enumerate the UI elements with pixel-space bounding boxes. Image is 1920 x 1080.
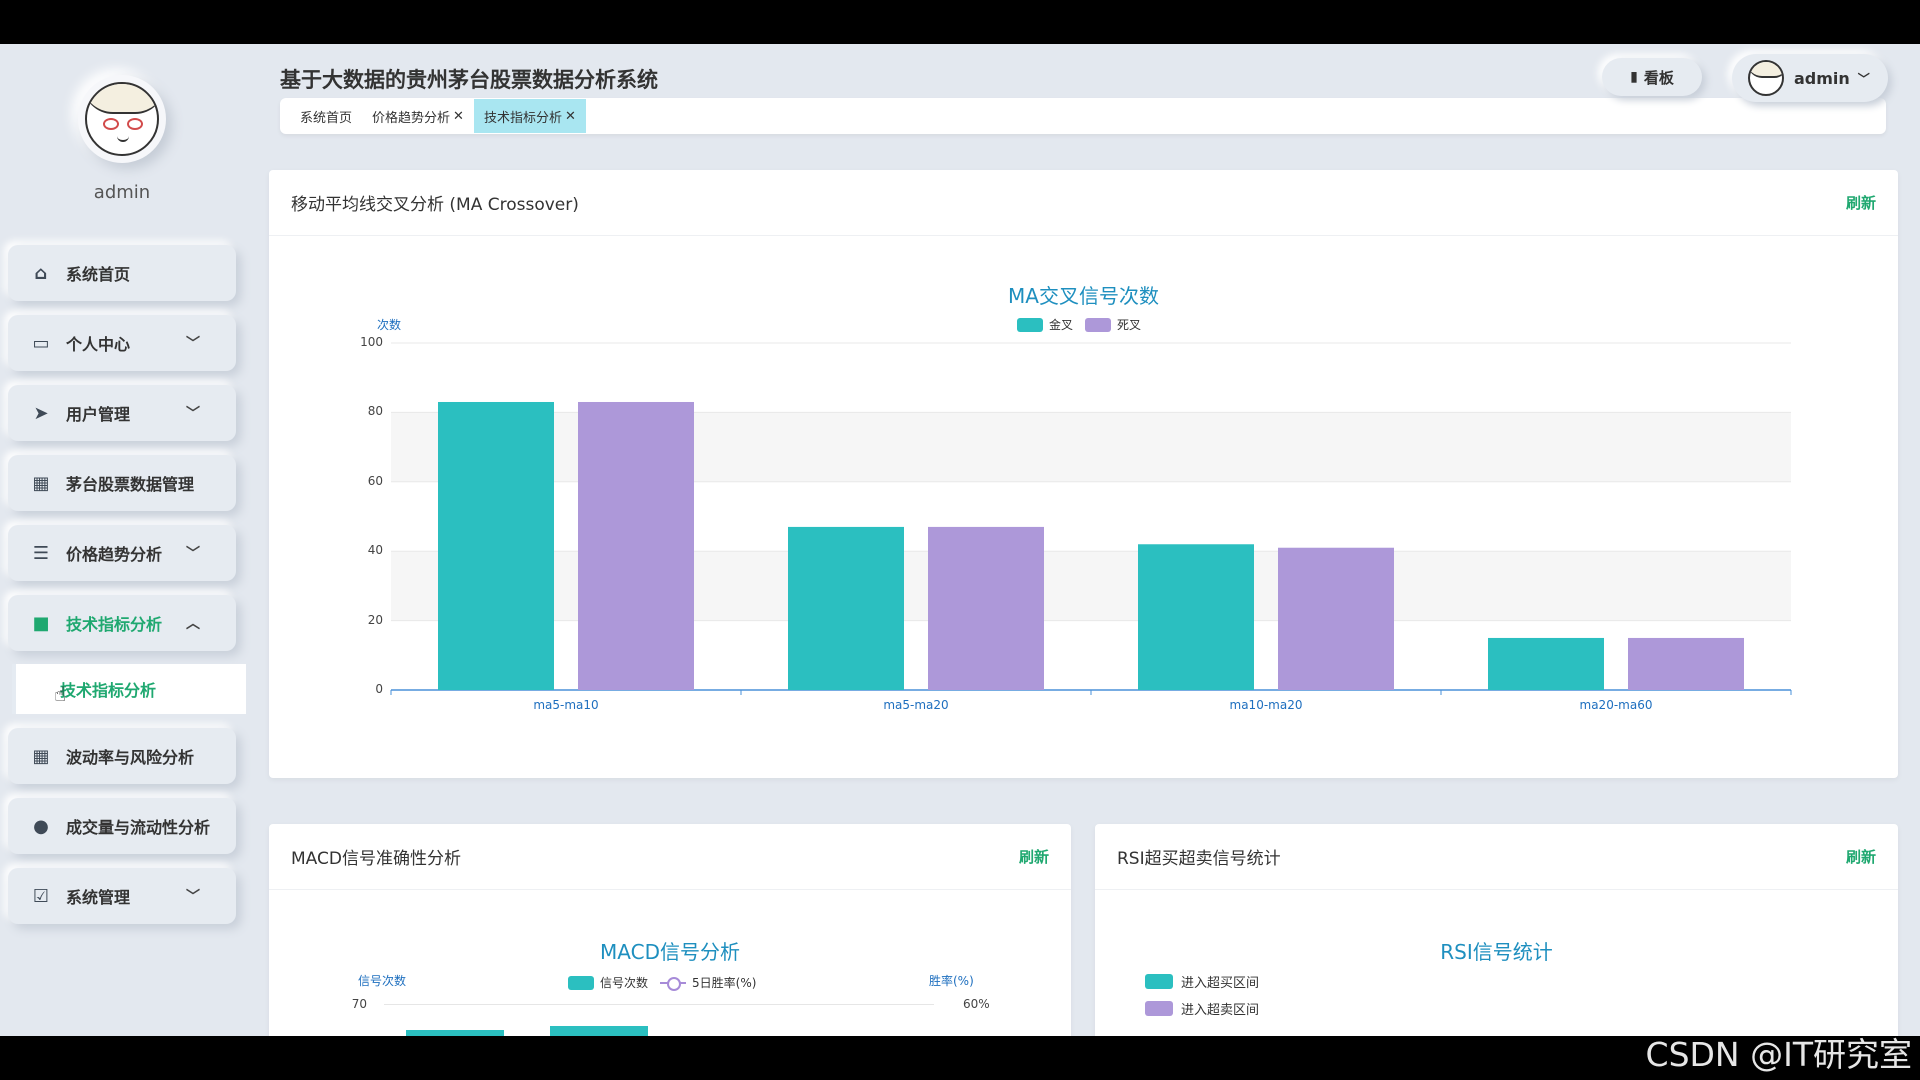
legend-item[interactable]: 5日胜率(%) — [660, 974, 756, 991]
mouse-cursor-icon: ☝ — [54, 682, 67, 706]
legend-item[interactable]: 进入超卖区间 — [1145, 995, 1259, 1022]
bar-death-cross[interactable] — [1278, 547, 1394, 690]
x-tick-label: ma5-ma20 — [883, 698, 949, 712]
y-tick-label: 0 — [375, 682, 383, 696]
avatar — [1748, 60, 1784, 96]
chart-legend[interactable]: 信号次数 5日胜率(%) — [568, 974, 768, 991]
close-icon[interactable]: ✕ — [565, 109, 576, 124]
refresh-button[interactable]: 刷新 — [1846, 846, 1876, 867]
rsi-card: RSI超买超卖信号统计 刷新 RSI信号统计 进入超买区间 进入超卖区间 — [1095, 824, 1898, 1036]
app-screen: admin ⌂ 系统首页 ▭ 个人中心 ﹀ ➤ 用户管理 ﹀ ▦ 茅台股票数据管… — [0, 44, 1920, 1036]
legend-item[interactable]: 进入超买区间 — [1145, 968, 1259, 995]
y-tick-label: 60 — [367, 473, 383, 488]
ma-crossover-card: 移动平均线交叉分析 (MA Crossover) 刷新 MA交叉信号次数 金叉 … — [269, 170, 1898, 778]
refresh-button[interactable]: 刷新 — [1019, 846, 1049, 867]
sidebar-item-label: 茅台股票数据管理 — [66, 475, 195, 494]
sidebar-item-technical-indicators[interactable]: ■ 技术指标分析 ︿ — [8, 595, 236, 651]
tab-price-trend[interactable]: 价格趋势分析 ✕ — [362, 99, 474, 133]
chevron-down-icon: ﹀ — [186, 336, 200, 352]
close-icon[interactable]: ✕ — [453, 109, 464, 124]
bar-death-cross[interactable] — [928, 526, 1044, 690]
bar-golden-cross[interactable] — [1138, 544, 1254, 690]
bar-chart-icon: ▮ — [1630, 69, 1638, 85]
chevron-down-icon: ﹀ — [186, 546, 200, 562]
sidebar-item-user-management[interactable]: ➤ 用户管理 ﹀ — [8, 385, 236, 441]
sidebar-item-system-management[interactable]: ☑ 系统管理 ﹀ — [8, 868, 236, 924]
dashboard-button[interactable]: ▮ 看板 — [1602, 58, 1702, 96]
submenu-item-technical-indicators[interactable]: 技术指标分析 — [12, 664, 246, 714]
x-tick-label: ma10-ma20 — [1229, 698, 1303, 712]
sidebar-item-stock-data-management[interactable]: ▦ 茅台股票数据管理 — [8, 455, 236, 511]
sidebar-item-label: 系统管理 — [66, 888, 131, 907]
chart-title: RSI信号统计 — [1440, 940, 1553, 964]
y-tick-label: 40 — [367, 543, 383, 558]
avatar-image — [85, 82, 159, 156]
sliders-icon: ☰ — [32, 542, 50, 564]
bar-death-cross[interactable] — [1628, 637, 1744, 690]
tab-technical-indicators[interactable]: 技术指标分析 ✕ — [473, 99, 586, 133]
y-tick-label: 100 — [360, 335, 383, 349]
chevron-down-icon: ﹀ — [1857, 71, 1870, 86]
watermark: CSDN @IT研究室 — [1645, 1035, 1912, 1074]
bar-golden-cross[interactable] — [438, 401, 554, 690]
y-tick-label: 20 — [367, 612, 383, 627]
y-axis-label: 信号次数 — [358, 974, 407, 988]
y-tick-label: 80 — [367, 404, 383, 419]
sidebar-item-label: 成交量与流动性分析 — [66, 818, 211, 837]
card-title: MACD信号准确性分析 — [291, 849, 461, 869]
id-card-icon: ▭ — [32, 332, 50, 354]
chevron-up-icon: ︿ — [186, 616, 200, 632]
user-menu-button[interactable]: admin ﹀ — [1732, 54, 1888, 102]
bar — [550, 1026, 648, 1036]
legend-item[interactable]: 信号次数 — [568, 974, 648, 991]
sidebar: admin ⌂ 系统首页 ▭ 个人中心 ﹀ ➤ 用户管理 ﹀ ▦ 茅台股票数据管… — [0, 44, 248, 1036]
grid-band — [391, 343, 1791, 413]
sidebar-item-label: 价格趋势分析 — [66, 545, 163, 564]
sidebar-item-label: 波动率与风险分析 — [66, 748, 195, 767]
grid-icon: ▦ — [32, 472, 50, 494]
briefcase-icon: ■ — [32, 612, 50, 634]
sidebar-item-volatility-risk[interactable]: ▦ 波动率与风险分析 — [8, 728, 236, 784]
y2-axis-label: 胜率(%) — [929, 974, 974, 988]
chevron-down-icon: ﹀ — [186, 889, 200, 905]
card-title: RSI超买超卖信号统计 — [1117, 849, 1281, 869]
home-icon: ⌂ — [34, 262, 48, 284]
clipboard-check-icon: ☑ — [32, 885, 50, 907]
user-icon: ● — [33, 815, 49, 837]
sidebar-item-label: 技术指标分析 — [66, 615, 163, 634]
bar — [406, 1030, 504, 1036]
x-tick-label: ma20-ma60 — [1579, 698, 1653, 712]
sidebar-item-label: 系统首页 — [66, 265, 131, 284]
bar-death-cross[interactable] — [578, 401, 694, 690]
y-tick-label: 70 — [351, 997, 367, 1011]
send-icon: ➤ — [33, 402, 49, 424]
sidebar-item-home[interactable]: ⌂ 系统首页 — [8, 245, 236, 301]
x-tick-label: ma5-ma10 — [533, 698, 599, 712]
tabs-bar: 系统首页 价格趋势分析 ✕ 技术指标分析 ✕ — [280, 98, 1886, 134]
chart-title: MACD信号分析 — [600, 940, 740, 964]
bar-golden-cross[interactable] — [788, 526, 904, 690]
sidebar-avatar[interactable] — [78, 75, 166, 163]
ma-bar-chart — [390, 342, 1792, 695]
y2-tick-label: 60% — [963, 997, 990, 1011]
chevron-down-icon: ﹀ — [186, 406, 200, 422]
page-title: 基于大数据的贵州茅台股票数据分析系统 — [280, 68, 658, 92]
sidebar-item-price-trend[interactable]: ☰ 价格趋势分析 ﹀ — [8, 525, 236, 581]
sidebar-item-volume-liquidity[interactable]: ● 成交量与流动性分析 — [8, 798, 236, 854]
sidebar-item-personal-center[interactable]: ▭ 个人中心 ﹀ — [8, 315, 236, 371]
sidebar-username: admin — [93, 182, 151, 203]
tab-home[interactable]: 系统首页 — [290, 99, 362, 133]
sidebar-item-label: 个人中心 — [66, 335, 131, 354]
bar-golden-cross[interactable] — [1488, 637, 1604, 690]
grid-icon: ▦ — [32, 745, 50, 767]
macd-card: MACD信号准确性分析 刷新 MACD信号分析 信号次数 胜率(%) 信号次数 … — [269, 824, 1071, 1036]
sidebar-item-label: 用户管理 — [66, 405, 131, 424]
chart-legend[interactable]: 进入超买区间 进入超卖区间 — [1145, 968, 1259, 1022]
